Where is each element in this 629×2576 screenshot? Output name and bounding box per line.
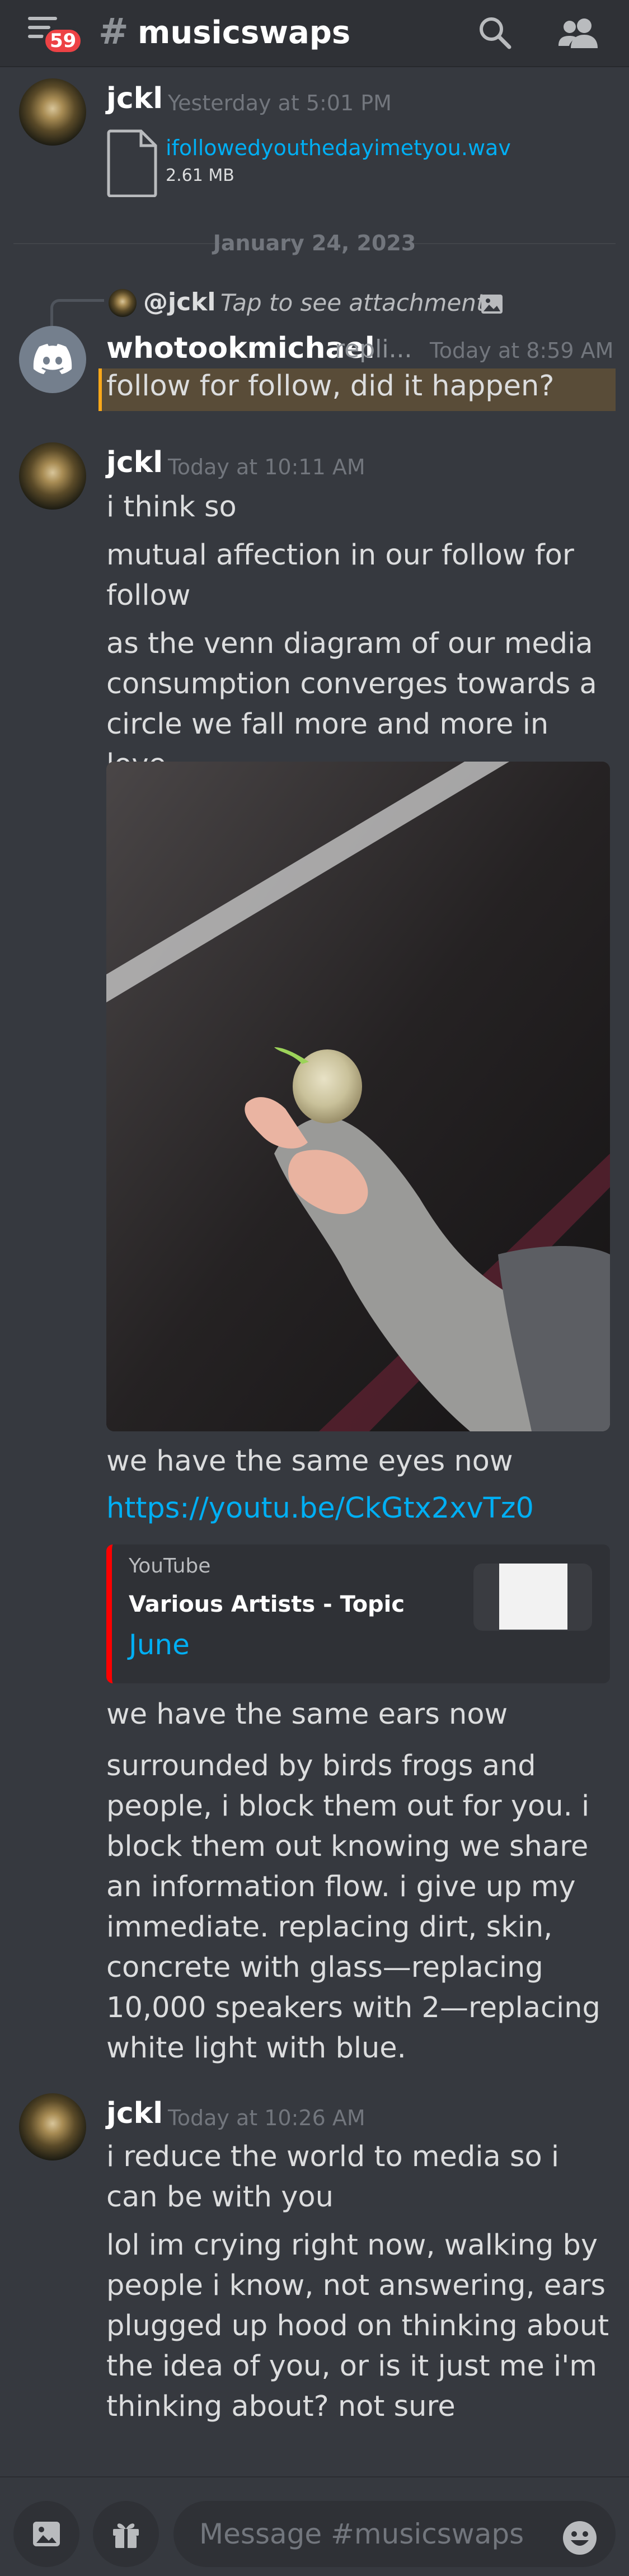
- file-attachment[interactable]: ifollowedyouthedayimetyou.wav 2.61 MB: [106, 129, 610, 202]
- avatar[interactable]: [19, 2093, 86, 2160]
- message-text: follow for follow, did it happen?: [106, 370, 555, 403]
- message-text: we have the same ears now: [106, 1698, 508, 1731]
- message-text: mutual affection in our follow for follo…: [106, 539, 574, 612]
- channel-hash-icon: #: [98, 11, 129, 53]
- gift-button[interactable]: [93, 2501, 159, 2567]
- gift-icon: [113, 2523, 139, 2548]
- notification-badge: 59: [43, 27, 84, 55]
- file-size: 2.61 MB: [166, 166, 234, 185]
- discord-logo-icon: [33, 344, 72, 374]
- photo-onion-hand: [106, 762, 610, 1431]
- message-text: as the venn diagram of our media consump…: [106, 627, 597, 781]
- reply-username[interactable]: @jckl: [143, 288, 216, 316]
- message-text: i reduce the world to media so i can be …: [106, 2140, 560, 2214]
- message-timestamp: Yesterday at 5:01 PM: [168, 91, 392, 115]
- reply-connector: [50, 299, 104, 326]
- image-icon: [33, 2522, 60, 2546]
- message-input-bar: [0, 2476, 629, 2576]
- message-username[interactable]: jckl: [106, 2097, 163, 2130]
- message-text: surrounded by birds frogs and people, i …: [106, 1749, 600, 2065]
- image-icon: [481, 295, 503, 314]
- avatar[interactable]: [19, 78, 86, 146]
- message-timestamp: Today at 8:59 AM: [430, 338, 614, 363]
- message-timestamp: Today at 10:11 AM: [168, 455, 365, 479]
- embed-thumbnail[interactable]: [473, 1564, 592, 1631]
- channel-header: 59 # musicswaps: [0, 0, 629, 67]
- message-username[interactable]: jckl: [106, 82, 163, 115]
- reply-indicator: repli...: [335, 335, 412, 363]
- embed-author[interactable]: Various Artists - Topic: [129, 1592, 405, 1617]
- reply-avatar: [109, 289, 137, 317]
- image-attachment[interactable]: [106, 762, 610, 1431]
- search-icon[interactable]: [477, 15, 513, 50]
- message-text: i think so: [106, 491, 237, 524]
- avatar[interactable]: [19, 442, 86, 510]
- discord-default-avatar[interactable]: [19, 326, 86, 393]
- embed-provider: YouTube: [129, 1555, 211, 1578]
- message-input[interactable]: [173, 2501, 616, 2567]
- emoji-icon[interactable]: [562, 2520, 598, 2556]
- date-divider-label: January 24, 2023: [213, 231, 416, 255]
- message-timestamp: Today at 10:26 AM: [168, 2106, 365, 2130]
- embed-title-link[interactable]: June: [129, 1628, 190, 1661]
- file-name-link[interactable]: ifollowedyouthedayimetyou.wav: [166, 136, 511, 160]
- message-text: we have the same eyes now: [106, 1445, 513, 1478]
- date-divider: January 24, 2023: [13, 228, 616, 258]
- reply-preview-text[interactable]: Tap to see attachment: [220, 289, 485, 316]
- file-icon: [107, 129, 157, 197]
- message-username[interactable]: jckl: [106, 446, 163, 479]
- image-upload-button[interactable]: [13, 2501, 79, 2567]
- youtube-link[interactable]: https://youtu.be/CkGtx2xvTz0: [106, 1492, 534, 1525]
- youtube-embed[interactable]: YouTube Various Artists - Topic June: [106, 1544, 610, 1683]
- channel-name[interactable]: musicswaps: [138, 15, 350, 51]
- message-text: lol im crying right now, walking by peop…: [106, 2229, 609, 2423]
- members-icon[interactable]: [557, 16, 600, 49]
